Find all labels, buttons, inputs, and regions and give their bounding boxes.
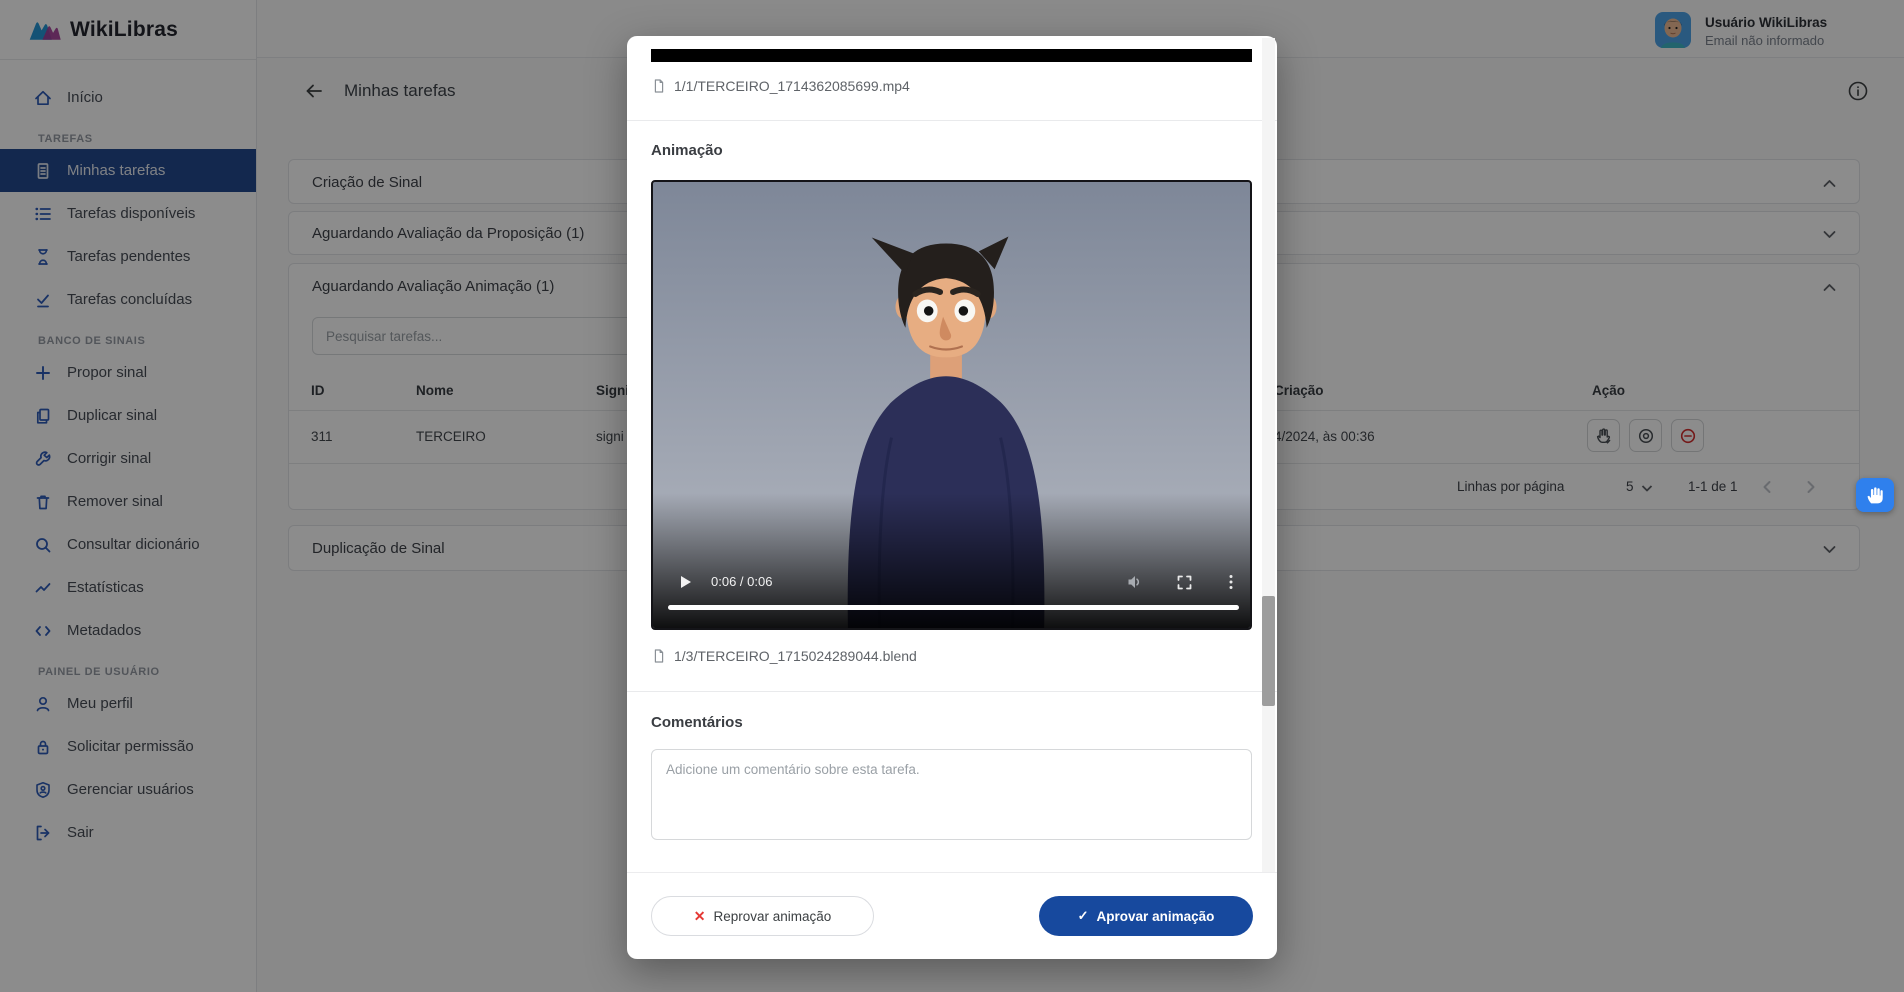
- modal-scrollbar-thumb[interactable]: [1262, 596, 1275, 706]
- modal-footer: ✕ Reprovar animação ✓ Aprovar animação: [627, 872, 1277, 959]
- vlibras-accessibility-button[interactable]: [1856, 478, 1894, 512]
- mp4-file-row: 1/1/TERCEIRO_1714362085699.mp4: [651, 78, 910, 94]
- mp4-file-name: 1/1/TERCEIRO_1714362085699.mp4: [674, 78, 910, 94]
- reject-x-icon: ✕: [694, 908, 706, 925]
- approve-button-label: Aprovar animação: [1097, 909, 1215, 924]
- reject-button-label: Reprovar animação: [713, 909, 831, 924]
- modal-divider: [627, 120, 1277, 121]
- reference-video-edge: [651, 49, 1252, 62]
- file-icon: [651, 78, 667, 94]
- video-progress-bar[interactable]: [668, 605, 1239, 610]
- approve-check-icon: ✓: [1078, 908, 1089, 924]
- more-options-button[interactable]: [1221, 572, 1241, 592]
- reject-animation-button[interactable]: ✕ Reprovar animação: [651, 896, 874, 936]
- blend-file-name: 1/3/TERCEIRO_1715024289044.blend: [674, 648, 917, 664]
- modal-scrollbar-track[interactable]: [1262, 38, 1275, 872]
- sign-language-hand-icon: [1864, 484, 1886, 506]
- comment-textarea[interactable]: [651, 749, 1252, 840]
- play-button[interactable]: [675, 572, 695, 592]
- blend-file-row: 1/3/TERCEIRO_1715024289044.blend: [651, 648, 917, 664]
- task-review-modal: 1/1/TERCEIRO_1714362085699.mp4 Animação: [627, 36, 1277, 959]
- approve-animation-button[interactable]: ✓ Aprovar animação: [1039, 896, 1253, 936]
- video-time: 0:06 / 0:06: [711, 574, 772, 589]
- mute-button[interactable]: [1125, 572, 1145, 592]
- animation-section-title: Animação: [651, 142, 723, 159]
- modal-divider: [627, 691, 1277, 692]
- animation-video-player[interactable]: 0:06 / 0:06: [651, 180, 1252, 630]
- fullscreen-button[interactable]: [1174, 572, 1195, 593]
- file-icon: [651, 648, 667, 664]
- comments-section-title: Comentários: [651, 714, 743, 731]
